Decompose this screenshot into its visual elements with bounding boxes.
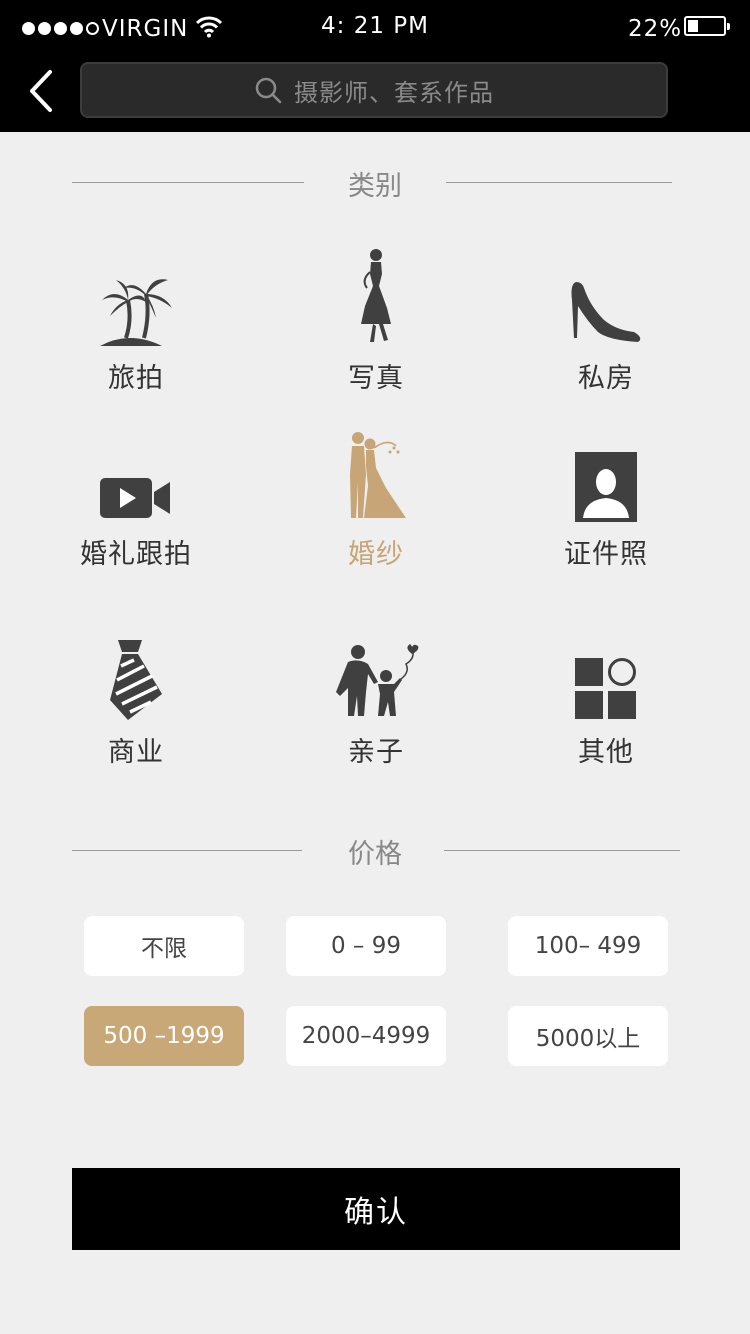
category-label: 商业 (108, 737, 164, 768)
category-family[interactable]: 亲子 (276, 624, 476, 769)
category-id-photo[interactable]: 证件照 (506, 426, 706, 571)
grid-shapes-icon (506, 624, 706, 720)
search-icon (255, 77, 282, 104)
category-other[interactable]: 其他 (506, 624, 706, 769)
chevron-left-icon (30, 70, 52, 112)
high-heel-icon (506, 250, 706, 346)
category-label: 亲子 (348, 737, 404, 768)
search-placeholder: 摄影师、套系作品 (294, 78, 494, 107)
category-label: 其他 (578, 737, 634, 768)
price-title: 价格 (348, 839, 402, 870)
category-travel[interactable]: 旅拍 (36, 250, 236, 395)
price-option-2000-4999[interactable]: 2000–4999 (286, 1006, 446, 1066)
battery-icon (684, 16, 730, 36)
category-boudoir[interactable]: 私房 (506, 250, 706, 395)
category-portrait[interactable]: 写真 (276, 249, 476, 395)
category-label: 证件照 (564, 539, 648, 570)
category-commercial[interactable]: 商业 (36, 624, 236, 769)
confirm-button[interactable]: 确认 (72, 1168, 680, 1250)
palm-tree-icon (36, 250, 236, 346)
wedding-couple-icon (276, 426, 476, 522)
category-title: 类别 (348, 171, 402, 202)
woman-silhouette-icon (276, 249, 476, 346)
category-label: 婚纱 (348, 539, 404, 570)
parent-child-icon (276, 624, 476, 720)
necktie-icon (36, 624, 236, 720)
divider-line (446, 182, 672, 183)
price-option-any[interactable]: 不限 (84, 916, 244, 976)
category-label: 旅拍 (108, 363, 164, 394)
price-option-500-1999[interactable]: 500 –1999 (84, 1006, 244, 1066)
category-label: 婚礼跟拍 (80, 539, 192, 570)
category-wedding-dress[interactable]: 婚纱 (276, 426, 476, 571)
category-label: 写真 (348, 363, 404, 394)
price-option-5000-plus[interactable]: 5000以上 (508, 1006, 668, 1066)
price-option-100-499[interactable]: 100– 499 (508, 916, 668, 976)
category-label: 私房 (578, 363, 634, 394)
video-camera-icon (36, 426, 236, 522)
top-bar: VIRGIN 4: 21 PM 22% 摄影师、套系作品 (0, 0, 750, 132)
battery-percentage: 22% (628, 16, 683, 42)
back-button[interactable] (22, 66, 62, 116)
id-photo-icon (506, 426, 706, 522)
search-input[interactable]: 摄影师、套系作品 (80, 62, 668, 118)
divider-line (444, 850, 680, 851)
status-bar: VIRGIN 4: 21 PM 22% (0, 0, 750, 56)
price-option-0-99[interactable]: 0 – 99 (286, 916, 446, 976)
category-wedding-video[interactable]: 婚礼跟拍 (36, 426, 236, 571)
